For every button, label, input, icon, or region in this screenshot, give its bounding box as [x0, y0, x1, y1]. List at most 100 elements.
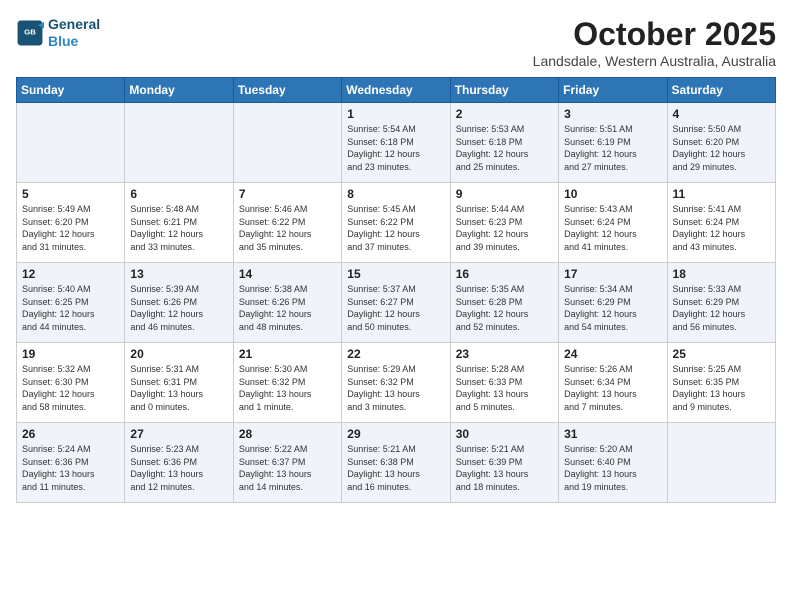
day-detail: Sunrise: 5:25 AM Sunset: 6:35 PM Dayligh…: [673, 363, 770, 413]
day-detail: Sunrise: 5:51 AM Sunset: 6:19 PM Dayligh…: [564, 123, 661, 173]
header-friday: Friday: [559, 78, 667, 103]
day-number: 31: [564, 427, 661, 441]
day-detail: Sunrise: 5:48 AM Sunset: 6:21 PM Dayligh…: [130, 203, 227, 253]
calendar-cell: 10Sunrise: 5:43 AM Sunset: 6:24 PM Dayli…: [559, 183, 667, 263]
day-number: 20: [130, 347, 227, 361]
day-detail: Sunrise: 5:46 AM Sunset: 6:22 PM Dayligh…: [239, 203, 336, 253]
day-number: 1: [347, 107, 444, 121]
calendar-cell: [125, 103, 233, 183]
svg-text:GB: GB: [24, 27, 36, 36]
calendar-cell: [667, 423, 775, 503]
week-row-5: 26 Sunrise: 5:24 AM Sunset: 6:36 PM Dayli…: [17, 423, 776, 503]
day-detail: Sunrise: 5:21 AM Sunset: 6:38 PM Dayligh…: [347, 443, 444, 493]
calendar-cell: 13 Sunrise: 5:39 AM Sunset: 6:26 PM Dayli…: [125, 263, 233, 343]
day-number: 10: [564, 187, 661, 201]
calendar-cell: 23 Sunrise: 5:28 AM Sunset: 6:33 PM Dayli…: [450, 343, 558, 423]
calendar-cell: 22 Sunrise: 5:29 AM Sunset: 6:32 PM Dayli…: [342, 343, 450, 423]
calendar-cell: 9 Sunrise: 5:44 AM Sunset: 6:23 PM Daylig…: [450, 183, 558, 263]
calendar-cell: 19Sunrise: 5:32 AM Sunset: 6:30 PM Dayli…: [17, 343, 125, 423]
calendar-cell: 30 Sunrise: 5:21 AM Sunset: 6:39 PM Dayli…: [450, 423, 558, 503]
day-number: 30: [456, 427, 553, 441]
calendar-cell: 1 Sunrise: 5:54 AM Sunset: 6:18 PM Daylig…: [342, 103, 450, 183]
day-number: 7: [239, 187, 336, 201]
calendar-cell: 24 Sunrise: 5:26 AM Sunset: 6:34 PM Dayli…: [559, 343, 667, 423]
calendar-cell: 21 Sunrise: 5:30 AM Sunset: 6:32 PM Dayli…: [233, 343, 341, 423]
day-detail: Sunrise: 5:30 AM Sunset: 6:32 PM Dayligh…: [239, 363, 336, 413]
day-detail: Sunrise: 5:53 AM Sunset: 6:18 PM Dayligh…: [456, 123, 553, 173]
weekday-header-row: Sunday Monday Tuesday Wednesday Thursday…: [17, 78, 776, 103]
calendar-cell: 6 Sunrise: 5:48 AM Sunset: 6:21 PM Daylig…: [125, 183, 233, 263]
calendar-cell: 11 Sunrise: 5:41 AM Sunset: 6:24 PM Dayli…: [667, 183, 775, 263]
day-detail: Sunrise: 5:41 AM Sunset: 6:24 PM Dayligh…: [673, 203, 770, 253]
logo: GB General Blue: [16, 16, 100, 50]
logo-icon: GB: [16, 19, 44, 47]
day-number: 22: [347, 347, 444, 361]
day-detail: Sunrise: 5:24 AM Sunset: 6:36 PM Dayligh…: [22, 443, 119, 493]
day-detail: Sunrise: 5:33 AM Sunset: 6:29 PM Dayligh…: [673, 283, 770, 333]
calendar-cell: 8Sunrise: 5:45 AM Sunset: 6:22 PM Daylig…: [342, 183, 450, 263]
calendar-cell: 29 Sunrise: 5:21 AM Sunset: 6:38 PM Dayli…: [342, 423, 450, 503]
day-number: 11: [673, 187, 770, 201]
day-number: 26: [22, 427, 119, 441]
day-number: 21: [239, 347, 336, 361]
day-detail: Sunrise: 5:29 AM Sunset: 6:32 PM Dayligh…: [347, 363, 444, 413]
day-detail: Sunrise: 5:49 AM Sunset: 6:20 PM Dayligh…: [22, 203, 119, 253]
calendar-cell: 4 Sunrise: 5:50 AM Sunset: 6:20 PM Daylig…: [667, 103, 775, 183]
header-saturday: Saturday: [667, 78, 775, 103]
week-row-3: 12 Sunrise: 5:40 AM Sunset: 6:25 PM Dayli…: [17, 263, 776, 343]
day-number: 14: [239, 267, 336, 281]
day-detail: Sunrise: 5:23 AM Sunset: 6:36 PM Dayligh…: [130, 443, 227, 493]
day-detail: Sunrise: 5:38 AM Sunset: 6:26 PM Dayligh…: [239, 283, 336, 333]
month-title: October 2025: [533, 16, 776, 53]
calendar-cell: [17, 103, 125, 183]
day-detail: Sunrise: 5:31 AM Sunset: 6:31 PM Dayligh…: [130, 363, 227, 413]
day-detail: Sunrise: 5:21 AM Sunset: 6:39 PM Dayligh…: [456, 443, 553, 493]
calendar-cell: [233, 103, 341, 183]
day-number: 3: [564, 107, 661, 121]
day-number: 27: [130, 427, 227, 441]
day-number: 4: [673, 107, 770, 121]
week-row-1: 1 Sunrise: 5:54 AM Sunset: 6:18 PM Daylig…: [17, 103, 776, 183]
day-number: 13: [130, 267, 227, 281]
calendar-cell: 28Sunrise: 5:22 AM Sunset: 6:37 PM Dayli…: [233, 423, 341, 503]
day-detail: Sunrise: 5:40 AM Sunset: 6:25 PM Dayligh…: [22, 283, 119, 333]
calendar-cell: 5Sunrise: 5:49 AM Sunset: 6:20 PM Daylig…: [17, 183, 125, 263]
calendar-cell: 15Sunrise: 5:37 AM Sunset: 6:27 PM Dayli…: [342, 263, 450, 343]
logo-line2: Blue: [48, 33, 100, 50]
calendar-cell: 26 Sunrise: 5:24 AM Sunset: 6:36 PM Dayli…: [17, 423, 125, 503]
logo-line1: General: [48, 16, 100, 33]
header-tuesday: Tuesday: [233, 78, 341, 103]
header-wednesday: Wednesday: [342, 78, 450, 103]
calendar-cell: 14 Sunrise: 5:38 AM Sunset: 6:26 PM Dayli…: [233, 263, 341, 343]
calendar-cell: 20 Sunrise: 5:31 AM Sunset: 6:31 PM Dayli…: [125, 343, 233, 423]
calendar-cell: 16Sunrise: 5:35 AM Sunset: 6:28 PM Dayli…: [450, 263, 558, 343]
header-sunday: Sunday: [17, 78, 125, 103]
day-number: 24: [564, 347, 661, 361]
day-number: 23: [456, 347, 553, 361]
day-detail: Sunrise: 5:50 AM Sunset: 6:20 PM Dayligh…: [673, 123, 770, 173]
day-detail: Sunrise: 5:26 AM Sunset: 6:34 PM Dayligh…: [564, 363, 661, 413]
day-number: 6: [130, 187, 227, 201]
day-detail: Sunrise: 5:20 AM Sunset: 6:40 PM Dayligh…: [564, 443, 661, 493]
calendar-cell: 17Sunrise: 5:34 AM Sunset: 6:29 PM Dayli…: [559, 263, 667, 343]
day-number: 17: [564, 267, 661, 281]
day-number: 2: [456, 107, 553, 121]
day-number: 8: [347, 187, 444, 201]
day-detail: Sunrise: 5:28 AM Sunset: 6:33 PM Dayligh…: [456, 363, 553, 413]
day-detail: Sunrise: 5:54 AM Sunset: 6:18 PM Dayligh…: [347, 123, 444, 173]
calendar-cell: 3 Sunrise: 5:51 AM Sunset: 6:19 PM Daylig…: [559, 103, 667, 183]
calendar-cell: 25 Sunrise: 5:25 AM Sunset: 6:35 PM Dayli…: [667, 343, 775, 423]
day-number: 9: [456, 187, 553, 201]
calendar-cell: 12 Sunrise: 5:40 AM Sunset: 6:25 PM Dayli…: [17, 263, 125, 343]
day-detail: Sunrise: 5:39 AM Sunset: 6:26 PM Dayligh…: [130, 283, 227, 333]
day-detail: Sunrise: 5:44 AM Sunset: 6:23 PM Dayligh…: [456, 203, 553, 253]
header-monday: Monday: [125, 78, 233, 103]
day-number: 16: [456, 267, 553, 281]
day-detail: Sunrise: 5:22 AM Sunset: 6:37 PM Dayligh…: [239, 443, 336, 493]
page-header: GB General Blue October 2025 Landsdale, …: [16, 16, 776, 69]
week-row-2: 5Sunrise: 5:49 AM Sunset: 6:20 PM Daylig…: [17, 183, 776, 263]
title-area: October 2025 Landsdale, Western Australi…: [533, 16, 776, 69]
day-number: 25: [673, 347, 770, 361]
day-number: 29: [347, 427, 444, 441]
day-number: 12: [22, 267, 119, 281]
